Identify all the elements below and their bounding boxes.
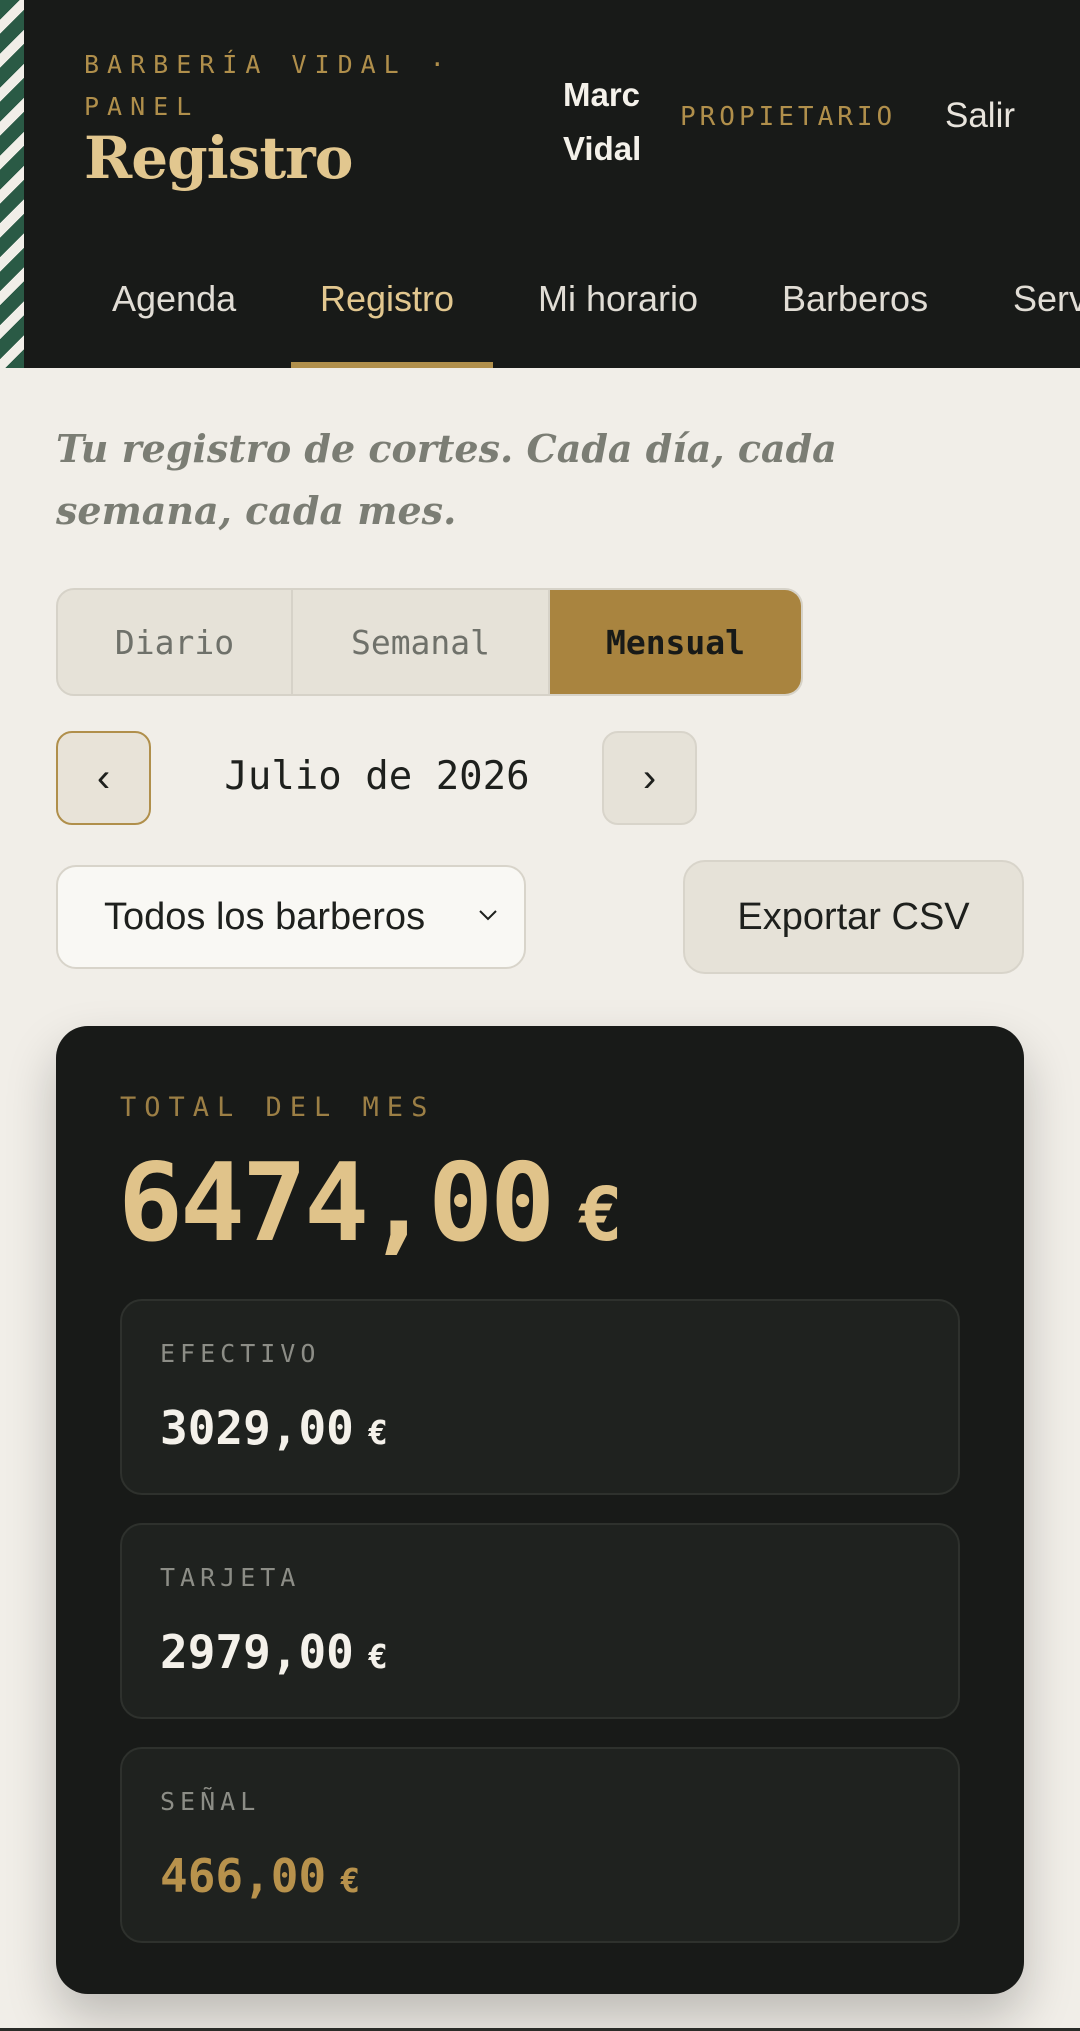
period-label: Julio de 2026 bbox=[224, 754, 530, 799]
user-name: Marc Vidal bbox=[563, 76, 642, 167]
total-label: TOTAL DEL MES bbox=[120, 1092, 436, 1123]
total-value: 6474,00 € bbox=[118, 1141, 623, 1266]
tab-registro[interactable]: Registro bbox=[292, 258, 482, 368]
chevron-down-icon bbox=[479, 910, 497, 921]
page-tagline: Tu registro de cortes. Cada día, cada se… bbox=[56, 426, 837, 533]
breakdown-amount: 3029,00 bbox=[160, 1401, 354, 1455]
breakdown-tarjeta: TARJETA 2979,00 € bbox=[120, 1523, 960, 1719]
chevron-right-icon: › bbox=[642, 755, 657, 800]
breakdown-value: 2979,00 € bbox=[160, 1625, 388, 1679]
breakdown-label: EFECTIVO bbox=[160, 1339, 321, 1368]
breakdown-label: SEÑAL bbox=[160, 1787, 261, 1816]
euro-icon: € bbox=[578, 1172, 623, 1258]
breakdown-amount: 466,00 bbox=[160, 1849, 327, 1903]
tab-barberos[interactable]: Barberos bbox=[754, 258, 956, 368]
breakdown-value: 3029,00 € bbox=[160, 1401, 388, 1455]
previous-period-button[interactable]: ‹ bbox=[56, 731, 151, 825]
barber-filter-value: Todos los barberos bbox=[104, 895, 426, 938]
euro-icon: € bbox=[367, 1637, 388, 1676]
brand-eyebrow: BARBERÍA VIDAL · PANEL bbox=[84, 50, 453, 121]
active-tab-indicator bbox=[291, 362, 493, 368]
breakdown-senal: SEÑAL 466,00 € bbox=[120, 1747, 960, 1943]
app-header: BARBERÍA VIDAL · PANEL Registro Marc Vid… bbox=[0, 0, 1080, 368]
period-toggle: Diario Semanal Mensual bbox=[56, 588, 803, 696]
monthly-summary-card: TOTAL DEL MES 6474,00 € EFECTIVO 3029,00 €… bbox=[56, 1026, 1024, 1994]
next-period-button[interactable]: › bbox=[602, 731, 697, 825]
total-amount: 6474,00 bbox=[118, 1141, 555, 1266]
euro-icon: € bbox=[340, 1861, 361, 1900]
toggle-diario[interactable]: Diario bbox=[58, 590, 291, 694]
page-title: Registro bbox=[84, 124, 353, 192]
breakdown-label: TARJETA bbox=[160, 1563, 301, 1592]
toggle-semanal[interactable]: Semanal bbox=[291, 590, 548, 694]
breakdown-value: 466,00 € bbox=[160, 1849, 360, 1903]
barber-filter-select[interactable]: Todos los barberos bbox=[56, 865, 526, 969]
tab-mi-horario[interactable]: Mi horario bbox=[510, 258, 726, 368]
euro-icon: € bbox=[367, 1413, 388, 1452]
chevron-left-icon: ‹ bbox=[96, 755, 111, 800]
breakdown-efectivo: EFECTIVO 3029,00 € bbox=[120, 1299, 960, 1495]
tab-agenda[interactable]: Agenda bbox=[84, 258, 264, 368]
toggle-mensual[interactable]: Mensual bbox=[548, 590, 801, 694]
export-csv-button[interactable]: Exportar CSV bbox=[683, 860, 1024, 974]
logout-link[interactable]: Salir bbox=[945, 96, 1015, 136]
user-role-badge: PROPIETARIO bbox=[680, 102, 897, 132]
tab-servicios[interactable]: Serv bbox=[985, 258, 1080, 368]
breakdown-amount: 2979,00 bbox=[160, 1625, 354, 1679]
main-nav: Agenda Registro Mi horario Barberos Serv bbox=[0, 258, 1080, 368]
